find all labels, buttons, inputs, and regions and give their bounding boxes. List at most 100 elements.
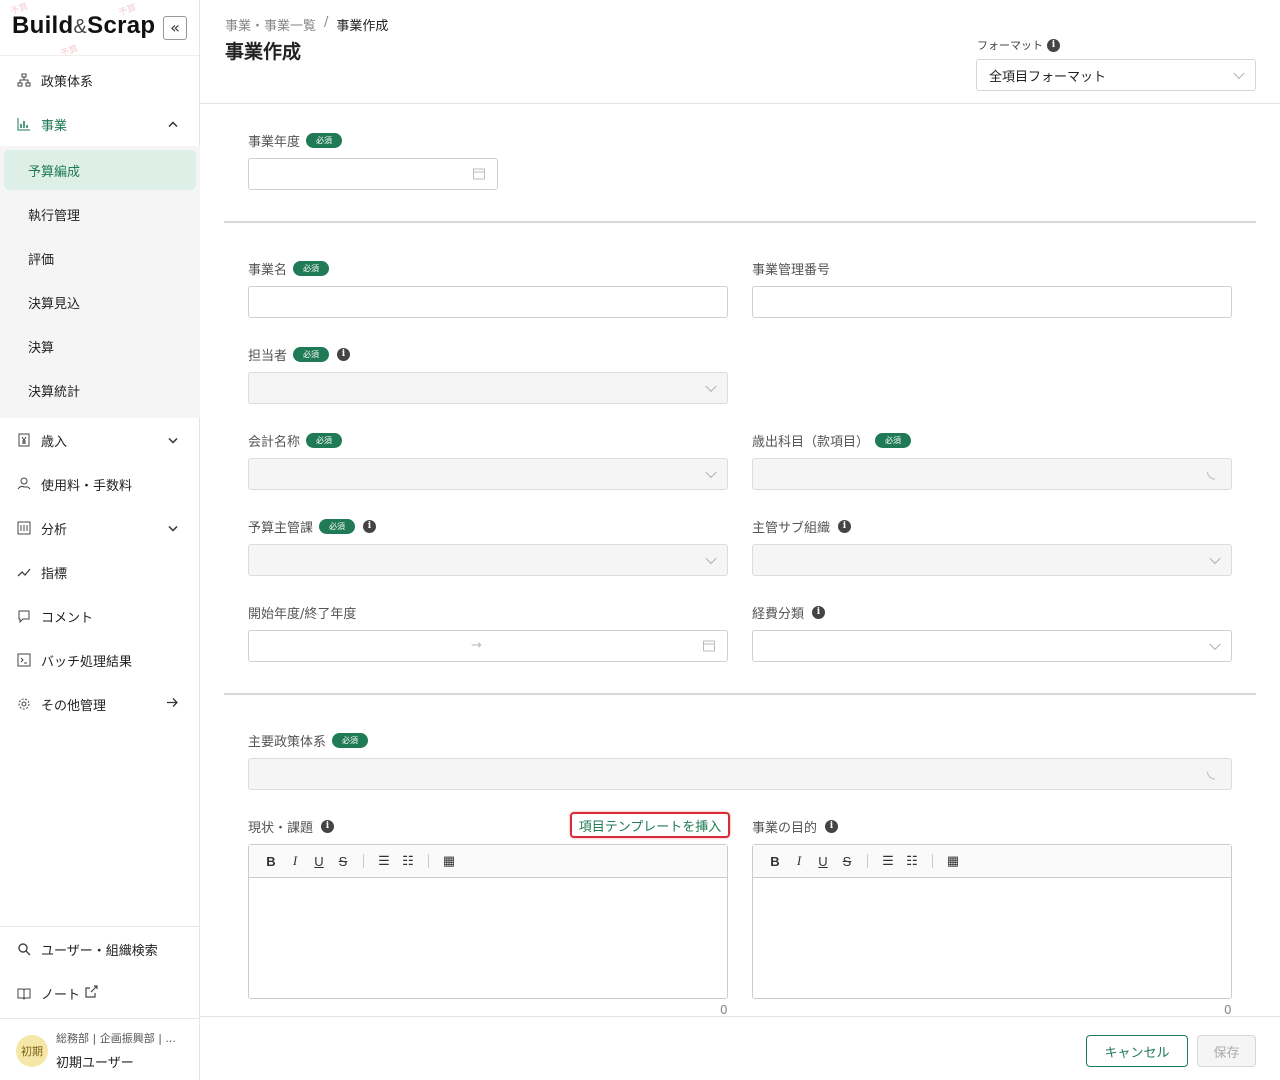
info-icon[interactable]: i (321, 819, 335, 833)
editor-toolbar: B I U S ☰ ☷ ▦ (753, 845, 1231, 878)
app-logo: Build&Scrap (12, 12, 155, 40)
section-divider (224, 221, 1256, 223)
chevron-down-icon (1209, 552, 1221, 565)
main-policy-select[interactable] (248, 758, 1232, 790)
required-badge: 必須 (293, 346, 330, 362)
person-in-charge-select[interactable] (248, 372, 728, 404)
terminal-icon (16, 652, 32, 668)
nav-item-policy[interactable]: 政策体系 (0, 58, 200, 102)
field-label: 予算主管課 必須 i (248, 516, 377, 536)
chevron-down-icon (705, 466, 717, 479)
sub-item-settlement-stats[interactable]: 決算統計 (4, 370, 196, 410)
fiscal-year-input[interactable] (248, 158, 498, 190)
table-button[interactable]: ▦ (441, 853, 457, 869)
strikethrough-button[interactable]: S (839, 854, 855, 869)
chart-icon (16, 116, 32, 132)
field-budget-dept: 予算主管課 必須 i (248, 516, 377, 536)
label-text: 開始年度/終了年度 (248, 606, 357, 622)
label-text: 歳出科目（款項目） (752, 434, 870, 450)
nav-item-business[interactable]: 事業 (0, 102, 200, 146)
italic-button[interactable]: I (287, 853, 303, 869)
budget-dept-select[interactable] (248, 544, 728, 576)
period-range-input[interactable]: → (248, 630, 728, 662)
calendar-icon (703, 640, 715, 652)
info-icon[interactable]: i (337, 347, 351, 361)
label-text: 主管サブ組織 (752, 520, 831, 536)
trend-icon (16, 564, 32, 580)
sub-item-settlement-forecast[interactable]: 決算見込 (4, 282, 196, 322)
avatar: 初期 (16, 1035, 48, 1067)
yen-document-icon (16, 432, 32, 448)
breadcrumb-parent[interactable]: 事業・事業一覧 (225, 15, 316, 34)
nav-item-note[interactable]: ノート (0, 971, 200, 1015)
nav-item-batch[interactable]: バッチ処理結果 (0, 638, 200, 682)
nav-label: 分析 (41, 522, 68, 538)
field-label: 主管サブ組織 i (752, 516, 852, 536)
range-arrow: → (471, 638, 482, 653)
required-badge: 必須 (319, 518, 356, 534)
nav-item-analysis[interactable]: 分析 (0, 506, 200, 550)
strikethrough-button[interactable]: S (335, 854, 351, 869)
info-icon[interactable]: i (825, 819, 839, 833)
nav-item-user-search[interactable]: ユーザー・組織検索 (0, 927, 200, 971)
nav-item-revenue[interactable]: 歳入 (0, 418, 200, 462)
sub-item-evaluation[interactable]: 評価 (4, 238, 196, 278)
numbered-list-button[interactable]: ☷ (904, 853, 920, 869)
toolbar-divider (867, 854, 868, 868)
logo-stamp: 予算 (59, 44, 80, 56)
sub-item-budget[interactable]: 予算編成 (4, 150, 196, 190)
account-name-select[interactable] (248, 458, 728, 490)
nav-item-indicators[interactable]: 指標 (0, 550, 200, 594)
chevron-down-icon (168, 522, 178, 535)
chevron-down-icon (1233, 67, 1245, 80)
save-button[interactable]: 保存 (1197, 1035, 1256, 1067)
nav-item-other[interactable]: その他管理 (0, 682, 200, 726)
gear-icon (16, 696, 32, 712)
hierarchy-icon (16, 72, 32, 88)
insert-template-button[interactable]: 項目テンプレートを挿入 (570, 812, 730, 838)
field-expense-item: 歳出科目（款項目） 必須 (752, 430, 912, 450)
label-text: 会計名称 (248, 434, 301, 450)
search-icon (16, 941, 32, 957)
toolbar-divider (363, 854, 364, 868)
label-text: 現状・課題 (248, 820, 314, 836)
underline-button[interactable]: U (311, 854, 327, 869)
purpose-editor[interactable]: B I U S ☰ ☷ ▦ (752, 844, 1232, 999)
expense-class-select[interactable] (752, 630, 1232, 662)
info-icon[interactable]: i (812, 605, 826, 619)
bold-button[interactable]: B (263, 854, 279, 869)
underline-button[interactable]: U (815, 854, 831, 869)
main-content: 事業・事業一覧 / 事業作成 事業作成 フォーマット i 全項目フォーマット 事… (200, 0, 1280, 1080)
info-icon[interactable]: i (838, 519, 852, 533)
business-number-input[interactable] (752, 286, 1232, 318)
info-icon[interactable]: i (363, 519, 377, 533)
bold-button[interactable]: B (767, 854, 783, 869)
arrow-right-icon (166, 698, 178, 711)
current-issues-editor[interactable]: B I U S ☰ ☷ ▦ (248, 844, 728, 999)
field-expense-class: 経費分類 i (752, 602, 826, 622)
info-icon[interactable]: i (1047, 38, 1060, 52)
bullet-list-button[interactable]: ☰ (880, 853, 896, 869)
nav-item-comments[interactable]: コメント (0, 594, 200, 638)
business-name-input[interactable] (248, 286, 728, 318)
book-icon (16, 985, 32, 1001)
user-profile[interactable]: 初期 総務部 | 企画振興部 | ... 初期ユーザー (0, 1018, 200, 1080)
sub-org-select[interactable] (752, 544, 1232, 576)
format-select[interactable]: 全項目フォーマット (976, 59, 1256, 91)
hand-coin-icon (16, 476, 32, 492)
nav-label: 指標 (41, 566, 68, 582)
field-business-number: 事業管理番号 (752, 258, 830, 278)
cancel-button[interactable]: キャンセル (1086, 1035, 1188, 1067)
field-period: 開始年度/終了年度 (248, 602, 356, 622)
italic-button[interactable]: I (791, 853, 807, 869)
sub-item-execution[interactable]: 執行管理 (4, 194, 196, 234)
main-nav: 政策体系 事業 予算編成 執行管理 評価 決算見込 決算 決算統計 歳入 使用料… (0, 58, 200, 726)
table-button[interactable]: ▦ (945, 853, 961, 869)
nav-item-fees[interactable]: 使用料・手数料 (0, 462, 200, 506)
logo-main: Build (12, 12, 74, 39)
sub-item-settlement[interactable]: 決算 (4, 326, 196, 366)
collapse-sidebar-button[interactable]: « (163, 16, 187, 40)
expense-item-select[interactable] (752, 458, 1232, 490)
bullet-list-button[interactable]: ☰ (376, 853, 392, 869)
numbered-list-button[interactable]: ☷ (400, 853, 416, 869)
